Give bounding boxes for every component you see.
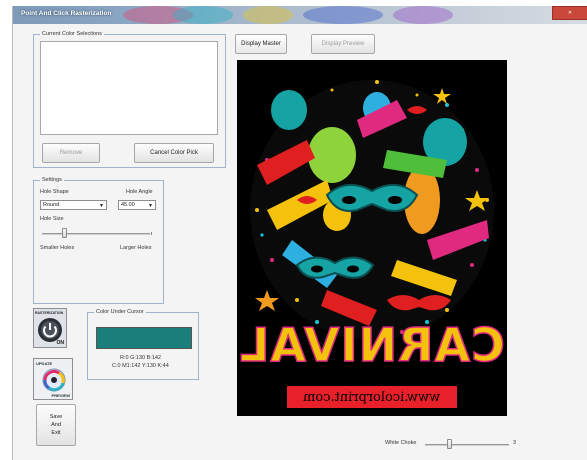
title-decoration (303, 6, 383, 24)
color-under-cursor-group: Color Under Cursor R:0 G:130 B:142 C:0 M… (87, 309, 199, 380)
display-preview-tab[interactable]: Display Preview (311, 34, 375, 54)
title-decoration (173, 6, 233, 24)
white-choke-slider-track[interactable] (425, 444, 509, 446)
hole-shape-value: Round (43, 202, 60, 208)
hole-angle-select[interactable]: 45.00 ▼ (118, 200, 156, 210)
poster-headline-wrap: CARNIVAL (237, 317, 507, 373)
update-preview-button[interactable]: UPDATE PREVIEW (33, 358, 73, 400)
rasterization-label: RASTERIZATION (35, 311, 64, 315)
display-master-tab[interactable]: Display Master (235, 34, 287, 54)
preview-label: PREVIEW (51, 393, 70, 398)
hole-shape-label: Hole Shape (40, 189, 69, 195)
rasterization-toggle-button[interactable]: RASTERIZATION ON (33, 308, 67, 348)
update-label: UPDATE (36, 361, 53, 366)
chevron-down-icon: ▼ (99, 203, 104, 209)
window-title: Point And Click Rasterization (21, 10, 112, 17)
close-icon: ✕ (567, 10, 573, 16)
title-bar: Point And Click Rasterization ✕ (13, 6, 587, 24)
poster-headline: CARNIVAL (238, 317, 505, 373)
hole-size-slider-track[interactable] (42, 233, 150, 235)
smaller-holes-label: Smaller Holes (40, 245, 75, 251)
settings-label: Settings (40, 177, 64, 183)
larger-holes-label: Larger Holes (120, 245, 152, 251)
poster-url: www.icolorprint.com (303, 389, 441, 405)
color-selections-group: Current Color Selections Remove Cancel C… (33, 31, 226, 168)
hole-angle-value: 45.00 (121, 202, 135, 208)
color-selections-label: Current Color Selections (40, 31, 104, 37)
chevron-down-icon: ▼ (148, 203, 153, 209)
cmyk-values: C:0 M1:142 Y:130 K:44 (112, 363, 169, 369)
rgb-values: R:0 G:130 B:142 (120, 355, 161, 361)
color-selections-list[interactable] (40, 41, 218, 135)
color-swatch (96, 327, 192, 349)
color-under-cursor-label: Color Under Cursor (94, 309, 146, 315)
white-choke-slider-thumb[interactable] (447, 439, 452, 449)
white-choke-label: White Choke (385, 440, 417, 446)
title-decoration (393, 6, 453, 24)
rasterization-state: ON (56, 340, 65, 346)
white-choke-value: 3 (513, 440, 517, 446)
settings-group: Settings Hole Shape Hole Angle Round ▼ 4… (33, 177, 164, 304)
hole-angle-label: Hole Angle (126, 189, 153, 195)
save-and-exit-button[interactable]: Save And Exit (36, 404, 76, 446)
hole-shape-select[interactable]: Round ▼ (40, 200, 107, 210)
hole-size-label: Hole Size (40, 216, 64, 222)
poster-url-bar: www.icolorprint.com (287, 386, 457, 408)
preview-refresh-icon (42, 368, 66, 392)
cancel-color-pick-button[interactable]: Cancel Color Pick (134, 143, 214, 163)
artwork-canvas[interactable]: CARNIVAL www.icolorprint.com (237, 60, 507, 416)
hole-size-slider-thumb[interactable] (62, 228, 67, 238)
main-window: Point And Click Rasterization ✕ Current … (12, 6, 587, 460)
slider-tick (151, 232, 152, 235)
close-button[interactable]: ✕ (552, 6, 587, 20)
confetti-cluster (250, 80, 494, 340)
remove-button[interactable]: Remove (42, 143, 100, 163)
title-decoration (243, 6, 293, 24)
